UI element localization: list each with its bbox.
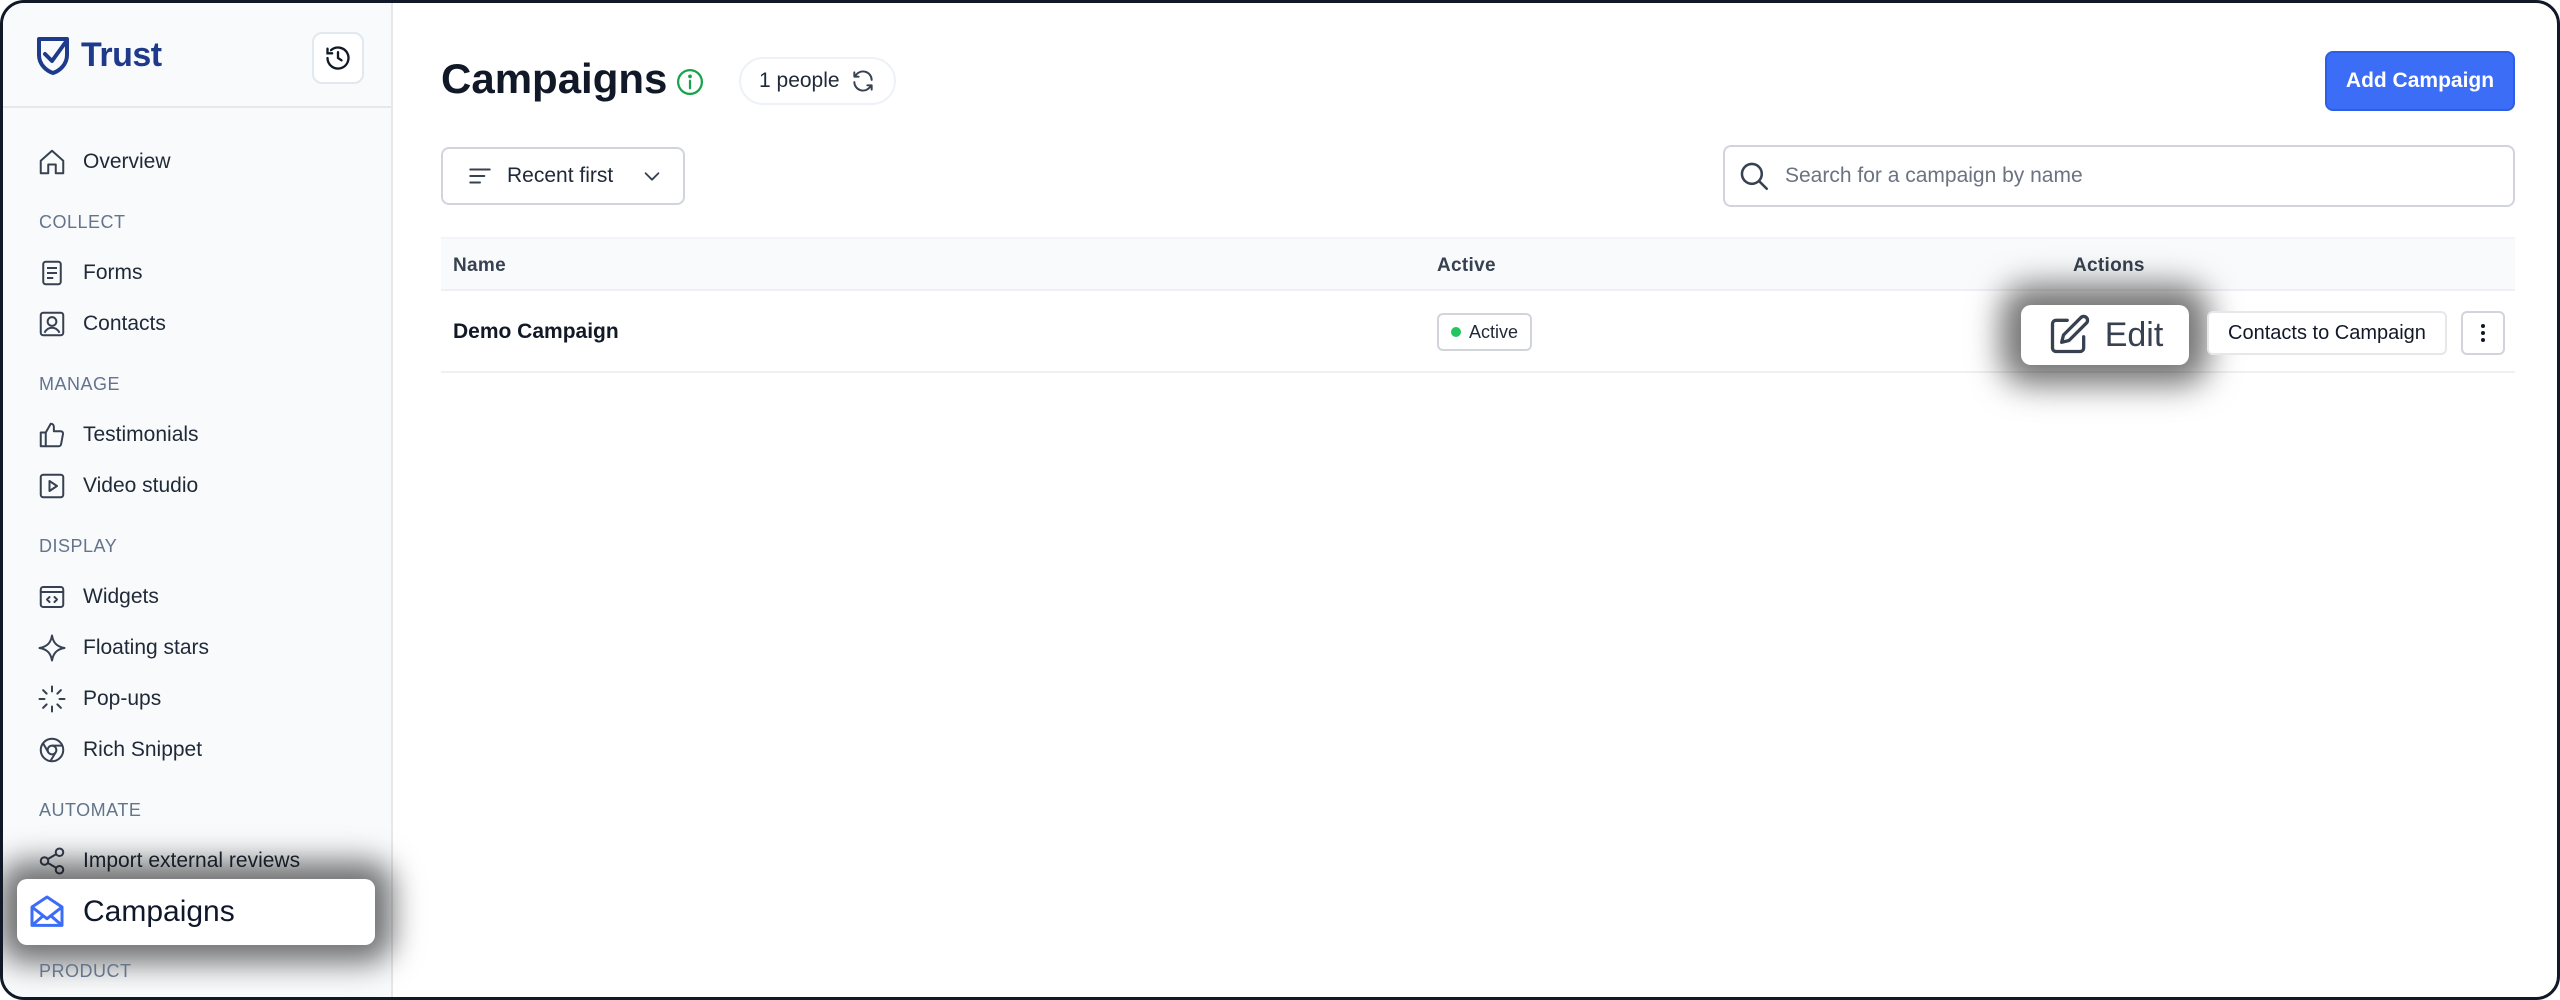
sort-lines-icon	[469, 168, 491, 184]
sidebar-item-label: Forms	[83, 261, 143, 284]
loader-icon	[38, 685, 66, 713]
more-vertical-icon	[2481, 324, 2485, 342]
refresh-icon[interactable]	[850, 68, 876, 94]
status-badge: Active	[1437, 313, 1533, 351]
column-header-active[interactable]: Active	[1437, 255, 1496, 277]
sidebar-item-contacts[interactable]: Contacts	[37, 303, 166, 345]
sidebar-item-label: Testimonials	[83, 423, 199, 446]
sidebar-item-label: Campaigns	[83, 895, 235, 928]
chrome-icon	[39, 737, 65, 763]
edit-button[interactable]: Edit	[2021, 305, 2189, 365]
table-row[interactable]: Demo Campaign Active Edit Contacts to Ca…	[441, 291, 2515, 373]
chevron-down-icon	[644, 172, 660, 181]
thumbs-up-icon	[39, 422, 65, 448]
sidebar-item-overview[interactable]: Overview	[37, 141, 171, 183]
people-count: 1 people	[759, 69, 840, 92]
campaign-name[interactable]: Demo Campaign	[453, 320, 619, 344]
sidebar: Trust Overview COLLECT Forms Contacts MA…	[3, 3, 393, 997]
app-window: Trust Overview COLLECT Forms Contacts MA…	[0, 0, 2560, 1000]
sidebar-divider	[3, 106, 391, 108]
sidebar-item-video-studio[interactable]: Video studio	[37, 465, 198, 507]
people-count-chip[interactable]: 1 people	[739, 57, 896, 105]
add-campaign-button[interactable]: Add Campaign	[2325, 51, 2515, 111]
shield-check-icon	[37, 37, 69, 75]
status-text: Active	[1469, 321, 1519, 342]
page-title: Campaigns	[441, 55, 668, 102]
home-icon	[39, 149, 65, 175]
history-button[interactable]	[312, 32, 364, 84]
sort-label: Recent first	[507, 164, 614, 187]
edit-pencil-icon	[2050, 314, 2089, 354]
history-clock-icon	[326, 46, 350, 70]
sidebar-item-rich-snippet[interactable]: Rich Snippet	[37, 729, 202, 771]
sidebar-item-label: Widgets	[83, 585, 159, 608]
sidebar-item-forms[interactable]: Forms	[37, 252, 143, 294]
share-icon	[39, 847, 65, 875]
contacts-to-campaign-button[interactable]: Contacts to Campaign	[2207, 311, 2447, 355]
play-square-icon	[39, 473, 65, 499]
sort-dropdown[interactable]: Recent first	[441, 147, 685, 205]
section-label-automate: AUTOMATE	[39, 800, 142, 820]
sidebar-item-popups[interactable]: Pop-ups	[37, 678, 161, 720]
sidebar-item-testimonials[interactable]: Testimonials	[37, 414, 199, 456]
section-label-product: PRODUCT	[39, 961, 132, 981]
column-header-name[interactable]: Name	[453, 255, 506, 277]
sparkle-icon	[38, 634, 66, 662]
search-input[interactable]	[1785, 164, 2485, 188]
sidebar-item-label: Import external reviews	[83, 849, 301, 872]
sidebar-item-label: Overview	[83, 150, 171, 173]
sidebar-item-label: Pop-ups	[83, 687, 162, 710]
sidebar-item-floating-stars[interactable]: Floating stars	[37, 627, 209, 669]
sidebar-item-label: Floating stars	[83, 636, 210, 659]
sidebar-item-label: Video studio	[83, 474, 199, 497]
status-dot	[1451, 327, 1461, 337]
section-label-collect: COLLECT	[39, 212, 126, 232]
column-header-actions: Actions	[2073, 255, 2145, 276]
more-actions-button[interactable]	[2461, 311, 2505, 355]
sidebar-item-label: Contacts	[83, 312, 166, 335]
code-window-icon	[39, 586, 65, 608]
brand-logo[interactable]: Trust	[35, 33, 162, 77]
sidebar-item-label: Rich Snippet	[83, 738, 203, 761]
search-box[interactable]	[1723, 145, 2515, 207]
brand-name: Trust	[81, 35, 162, 74]
contact-card-icon	[39, 311, 65, 337]
document-icon	[42, 260, 62, 286]
sidebar-item-widgets[interactable]: Widgets	[37, 576, 159, 618]
section-label-display: DISPLAY	[39, 536, 118, 556]
search-icon	[1740, 162, 1769, 191]
sidebar-item-import-reviews[interactable]: Import external reviews	[37, 840, 300, 882]
section-label-manage: MANAGE	[39, 374, 121, 394]
main-content: Campaigns 1 people Add Campaign Recent f…	[395, 3, 2557, 997]
sidebar-item-campaigns[interactable]: Campaigns	[17, 879, 375, 945]
edit-label: Edit	[2104, 315, 2164, 354]
envelope-icon	[30, 895, 64, 927]
info-icon[interactable]	[675, 67, 705, 97]
table-header: Name Active Actions	[441, 237, 2515, 291]
